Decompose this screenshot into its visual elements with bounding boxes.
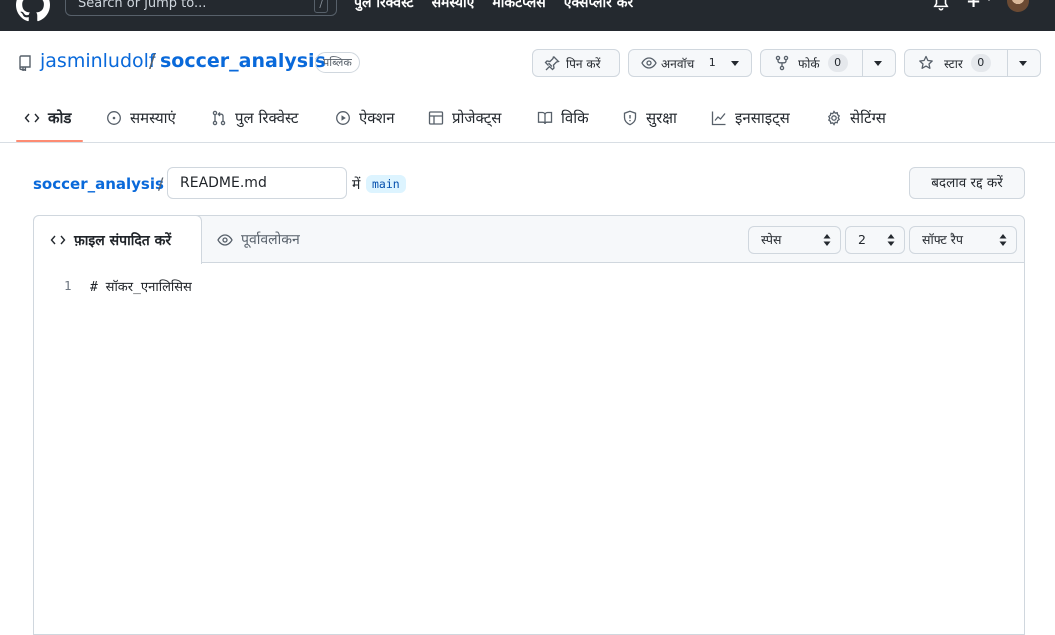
create-new-caret-icon[interactable] [985, 0, 993, 1]
watch-button[interactable]: अनवॉच 1 [628, 49, 752, 77]
global-nav-issues[interactable]: समस्याएं [432, 0, 475, 12]
cancel-changes-button[interactable]: बदलाव रद्द करें [909, 167, 1025, 199]
wrap-mode-select[interactable]: सॉफ्ट रैप [909, 226, 1017, 254]
watch-count: 1 [708, 56, 716, 69]
eye-icon [217, 233, 233, 246]
branch-in-label: में [352, 177, 361, 193]
issue-icon [107, 111, 121, 125]
github-logo-icon[interactable] [16, 0, 50, 22]
global-nav-pull-requests[interactable]: पुल रिक्वेस्ट [354, 0, 414, 12]
tab-wiki[interactable]: विकि [537, 108, 589, 128]
file-editor: फ़ाइल संपादित करें पूर्वावलोकन स्पेस 2 स… [33, 215, 1025, 635]
tab-issues[interactable]: समस्याएं [106, 108, 176, 128]
create-new-plus-icon[interactable]: + [966, 0, 981, 12]
tab-settings-label: सेटिंग्स [850, 109, 886, 127]
fork-count: 0 [827, 54, 848, 72]
visibility-badge: पब्लिक [315, 52, 360, 73]
tab-projects[interactable]: प्रोजेक्ट्स [428, 108, 501, 128]
watch-label: अनवॉच [661, 56, 695, 71]
tab-preview-label: पूर्वावलोकन [241, 232, 300, 248]
tab-insights-label: इनसाइट्स [735, 109, 790, 127]
global-header: Search or jump to... / पुल रिक्वेस्ट समस… [0, 0, 1055, 31]
repo-nav: कोड समस्याएं पुल रिक्वेस्ट ऐक्शन प्रोजेक… [0, 100, 1055, 143]
pin-label: पिन करें [566, 56, 601, 71]
tab-settings[interactable]: सेटिंग्स [826, 108, 886, 128]
tab-edit-file-label: फ़ाइल संपादित करें [74, 232, 172, 249]
filename-input[interactable] [167, 167, 347, 199]
notification-bell-icon[interactable] [932, 0, 950, 12]
tab-security-label: सुरक्षा [646, 109, 677, 127]
tab-insights[interactable]: इनसाइट्स [711, 108, 790, 128]
gear-icon [827, 110, 841, 126]
tab-preview[interactable]: पूर्वावलोकन [217, 230, 300, 249]
line-number: 1 [64, 278, 72, 293]
search-shortcut-hint: / [314, 0, 328, 13]
fork-label: फोर्क [798, 56, 820, 71]
branch-badge: main [366, 175, 406, 193]
code-line[interactable]: # सॉकर_एनालिसिस [90, 277, 192, 295]
code-icon [50, 235, 66, 245]
pin-icon [544, 56, 560, 71]
global-nav-marketplace[interactable]: मार्केटप्लेस [492, 0, 545, 12]
tab-pull-requests[interactable]: पुल रिक्वेस्ट [211, 108, 298, 128]
tab-pull-requests-label: पुल रिक्वेस्ट [235, 109, 299, 127]
active-tab-indicator [16, 140, 83, 142]
tab-actions[interactable]: ऐक्शन [335, 108, 395, 128]
fork-button[interactable]: फोर्क 0 [760, 49, 896, 77]
indent-size-select[interactable]: 2 [845, 226, 905, 254]
tab-edit-file[interactable]: फ़ाइल संपादित करें [33, 215, 202, 264]
table-icon [428, 111, 444, 125]
global-nav-explore[interactable]: एक्सप्लोर करें [564, 0, 634, 12]
pin-button[interactable]: पिन करें [532, 49, 620, 77]
tab-code-label: कोड [48, 109, 72, 127]
indent-mode-select[interactable]: स्पेस [748, 226, 841, 254]
search-input[interactable]: Search or jump to... / [65, 0, 337, 16]
graph-icon [711, 111, 726, 126]
tab-issues-label: समस्याएं [130, 109, 176, 127]
avatar[interactable] [1007, 0, 1029, 12]
editor-toolbar: फ़ाइल संपादित करें पूर्वावलोकन स्पेस 2 स… [33, 215, 1024, 264]
eye-icon [641, 57, 657, 69]
breadcrumb-separator: / [158, 174, 164, 193]
repo-name-link[interactable]: soccer_analysis [160, 50, 326, 72]
breadcrumb-repo-link[interactable]: soccer_analysis [33, 175, 164, 193]
code-icon [24, 113, 40, 123]
tab-wiki-label: विकि [561, 109, 589, 127]
repo-path-separator: / [149, 50, 156, 72]
pull-request-icon [212, 110, 226, 126]
shield-icon [623, 110, 637, 126]
global-nav: पुल रिक्वेस्ट समस्याएं मार्केटप्लेस एक्स… [354, 0, 633, 12]
select-arrows-icon [823, 234, 831, 246]
tab-actions-label: ऐक्शन [359, 109, 395, 127]
select-arrows-icon [887, 234, 895, 246]
star-count: 0 [970, 54, 991, 72]
tab-security[interactable]: सुरक्षा [622, 108, 677, 128]
indent-size-value: 2 [858, 232, 866, 247]
fork-caret-icon[interactable] [874, 61, 882, 66]
tab-code[interactable]: कोड [24, 108, 71, 128]
indent-mode-value: स्पेस [761, 232, 782, 247]
select-arrows-icon [999, 234, 1007, 246]
star-split-divider [1007, 50, 1008, 76]
search-placeholder: Search or jump to... [78, 0, 207, 11]
star-icon [919, 55, 933, 69]
watch-caret-icon [731, 61, 739, 66]
fork-split-divider [862, 50, 863, 76]
star-label: स्टार [944, 56, 963, 71]
play-icon [336, 111, 350, 125]
repo-icon [19, 55, 31, 71]
tab-projects-label: प्रोजेक्ट्स [452, 109, 502, 127]
star-button[interactable]: स्टार 0 [904, 49, 1041, 77]
book-icon [537, 111, 553, 125]
wrap-mode-value: सॉफ्ट रैप [922, 232, 964, 247]
fork-icon [775, 55, 789, 71]
repo-owner-link[interactable]: jasminludolf [40, 50, 156, 72]
star-caret-icon[interactable] [1019, 61, 1027, 66]
